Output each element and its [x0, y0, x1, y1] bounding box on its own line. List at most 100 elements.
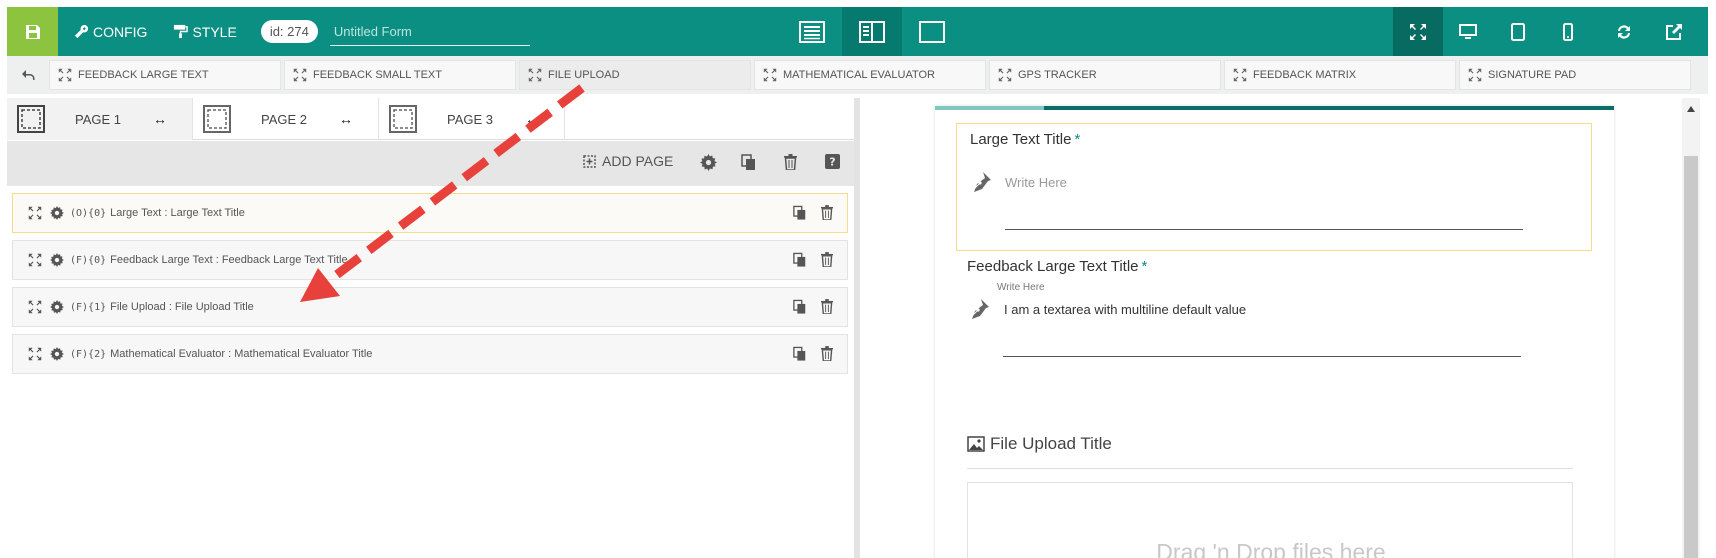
- move-handle-icon[interactable]: [28, 300, 42, 314]
- config-label: CONFIG: [93, 23, 148, 40]
- required-marker: *: [1074, 131, 1081, 148]
- layout-switcher: [782, 7, 962, 56]
- mobile-view-button[interactable]: [1543, 7, 1593, 56]
- field-code: (O){0}: [70, 207, 107, 219]
- page-tabs: PAGE 1 ↔ PAGE 2 ↔ PAGE 3 ↔: [7, 98, 854, 140]
- toolbox-back-button[interactable]: [7, 56, 49, 94]
- wrench-icon: [74, 24, 89, 39]
- copy-field-icon[interactable]: [793, 252, 807, 268]
- reorder-arrows-icon[interactable]: ↔: [525, 111, 539, 127]
- file-upload-title-text: File Upload Title: [990, 434, 1112, 453]
- save-button[interactable]: [7, 7, 58, 56]
- tool-gps-tracker[interactable]: GPS TRACKER: [989, 60, 1221, 90]
- copy-page-icon[interactable]: [741, 154, 757, 171]
- move-handle-icon[interactable]: [28, 206, 42, 220]
- field-row[interactable]: (O){0} Large Text : Large Text Title: [12, 193, 848, 233]
- help-icon[interactable]: ?: [825, 154, 840, 169]
- page-settings-gear-icon[interactable]: [700, 154, 717, 171]
- delete-field-trash-icon[interactable]: [821, 346, 833, 361]
- preview-scrollbar[interactable]: [1682, 98, 1700, 558]
- pen-icon: [970, 172, 991, 193]
- move-arrows-icon: [58, 68, 72, 82]
- layout-list-button[interactable]: [782, 7, 842, 56]
- field-settings-gear-icon[interactable]: [50, 206, 64, 220]
- question-title-text: Large Text Title: [970, 131, 1072, 148]
- tab-page-2[interactable]: PAGE 2 ↔: [193, 98, 379, 140]
- required-marker: *: [1141, 258, 1148, 275]
- large-text-placeholder[interactable]: Write Here: [1005, 175, 1067, 190]
- style-button[interactable]: STYLE: [173, 24, 237, 40]
- reorder-arrows-icon[interactable]: ↔: [339, 111, 353, 127]
- tool-signature-pad[interactable]: SIGNATURE PAD: [1459, 60, 1691, 90]
- field-settings-gear-icon[interactable]: [50, 253, 64, 267]
- refresh-button[interactable]: [1599, 7, 1649, 56]
- mobile-icon: [1563, 22, 1573, 41]
- file-upload-title: File Upload Title: [967, 434, 1112, 454]
- question-large-text[interactable]: Large Text Title * Write Here: [956, 123, 1592, 251]
- page-layout-icon: [203, 105, 231, 133]
- tool-label: MATHEMATICAL EVALUATOR: [783, 69, 935, 81]
- full-preview-icon: [919, 20, 945, 43]
- tool-label: FEEDBACK LARGE TEXT: [78, 69, 209, 81]
- page-tab-label: PAGE 2: [261, 111, 308, 127]
- layout-preview-button[interactable]: [902, 7, 962, 56]
- feedback-textarea-value[interactable]: I am a textarea with multiline default v…: [1004, 302, 1246, 317]
- move-arrows-icon: [528, 68, 542, 82]
- question-title: Large Text Title *: [970, 131, 1080, 148]
- scroll-thumb[interactable]: [1684, 156, 1698, 558]
- move-handle-icon[interactable]: [28, 253, 42, 267]
- delete-page-trash-icon[interactable]: [784, 154, 797, 170]
- tab-page-1[interactable]: PAGE 1 ↔: [7, 98, 193, 140]
- reorder-arrows-icon[interactable]: ↔: [153, 111, 167, 127]
- open-external-button[interactable]: [1649, 7, 1699, 56]
- field-code: (F){1}: [70, 301, 107, 313]
- form-name-input[interactable]: [329, 17, 530, 46]
- copy-field-icon[interactable]: [793, 205, 807, 221]
- field-label: Large Text : Large Text Title: [110, 207, 245, 219]
- move-arrows-icon: [998, 68, 1012, 82]
- field-label: File Upload : File Upload Title: [110, 301, 254, 313]
- tool-feedback-small-text[interactable]: FEEDBACK SMALL TEXT: [284, 60, 516, 90]
- textarea-floating-label: Write Here: [997, 282, 1045, 293]
- copy-field-icon[interactable]: [793, 346, 807, 362]
- form-builder-screen: CONFIG STYLE id: 274 Untitled Form FEEDB…: [0, 0, 1716, 558]
- delete-field-trash-icon[interactable]: [821, 205, 833, 220]
- tool-label: FEEDBACK SMALL TEXT: [313, 69, 442, 81]
- field-row[interactable]: (F){1} File Upload : File Upload Title: [12, 287, 848, 327]
- add-page-button[interactable]: ADD PAGE: [583, 153, 673, 169]
- form-id-badge: id: 274: [260, 20, 318, 43]
- move-handle-icon[interactable]: [28, 347, 42, 361]
- layout-split-button[interactable]: [842, 7, 902, 56]
- preview-panel: Large Text Title * Write Here Feedback La…: [860, 98, 1708, 558]
- field-row[interactable]: (F){2} Mathematical Evaluator : Mathemat…: [12, 334, 848, 374]
- field-settings-gear-icon[interactable]: [50, 347, 64, 361]
- form-preview-card: Large Text Title * Write Here Feedback La…: [935, 106, 1614, 558]
- delete-field-trash-icon[interactable]: [821, 252, 833, 267]
- device-toolbar: [1393, 7, 1699, 56]
- delete-field-trash-icon[interactable]: [821, 299, 833, 314]
- floppy-disk-icon: [25, 24, 40, 39]
- config-button[interactable]: CONFIG: [74, 24, 147, 40]
- tool-label: GPS TRACKER: [1018, 69, 1097, 81]
- page-layout-icon: [17, 105, 45, 133]
- copy-field-icon[interactable]: [793, 299, 807, 315]
- expand-icon: [1410, 23, 1426, 40]
- field-row[interactable]: (F){0} Feedback Large Text : Feedback La…: [12, 240, 848, 280]
- tool-mathematical-evaluator[interactable]: MATHEMATICAL EVALUATOR: [754, 60, 986, 90]
- field-list: (O){0} Large Text : Large Text Title (F)…: [12, 193, 848, 381]
- input-underline: [1005, 229, 1523, 230]
- tool-file-upload[interactable]: FILE UPLOAD: [519, 60, 751, 90]
- tool-feedback-large-text[interactable]: FEEDBACK LARGE TEXT: [49, 60, 281, 90]
- tab-page-3[interactable]: PAGE 3 ↔: [379, 98, 565, 140]
- file-dropzone[interactable]: Drag 'n Drop files here: [967, 482, 1573, 558]
- progress-fill: [935, 106, 1044, 110]
- add-page-label: ADD PAGE: [602, 153, 674, 169]
- tool-feedback-matrix[interactable]: FEEDBACK MATRIX: [1224, 60, 1456, 90]
- tablet-view-button[interactable]: [1493, 7, 1543, 56]
- tablet-icon: [1511, 22, 1525, 41]
- desktop-view-button[interactable]: [1443, 7, 1493, 56]
- refresh-icon: [1618, 24, 1630, 39]
- field-settings-gear-icon[interactable]: [50, 300, 64, 314]
- scroll-up-arrow-icon[interactable]: [1687, 106, 1695, 112]
- fullscreen-button[interactable]: [1393, 7, 1443, 56]
